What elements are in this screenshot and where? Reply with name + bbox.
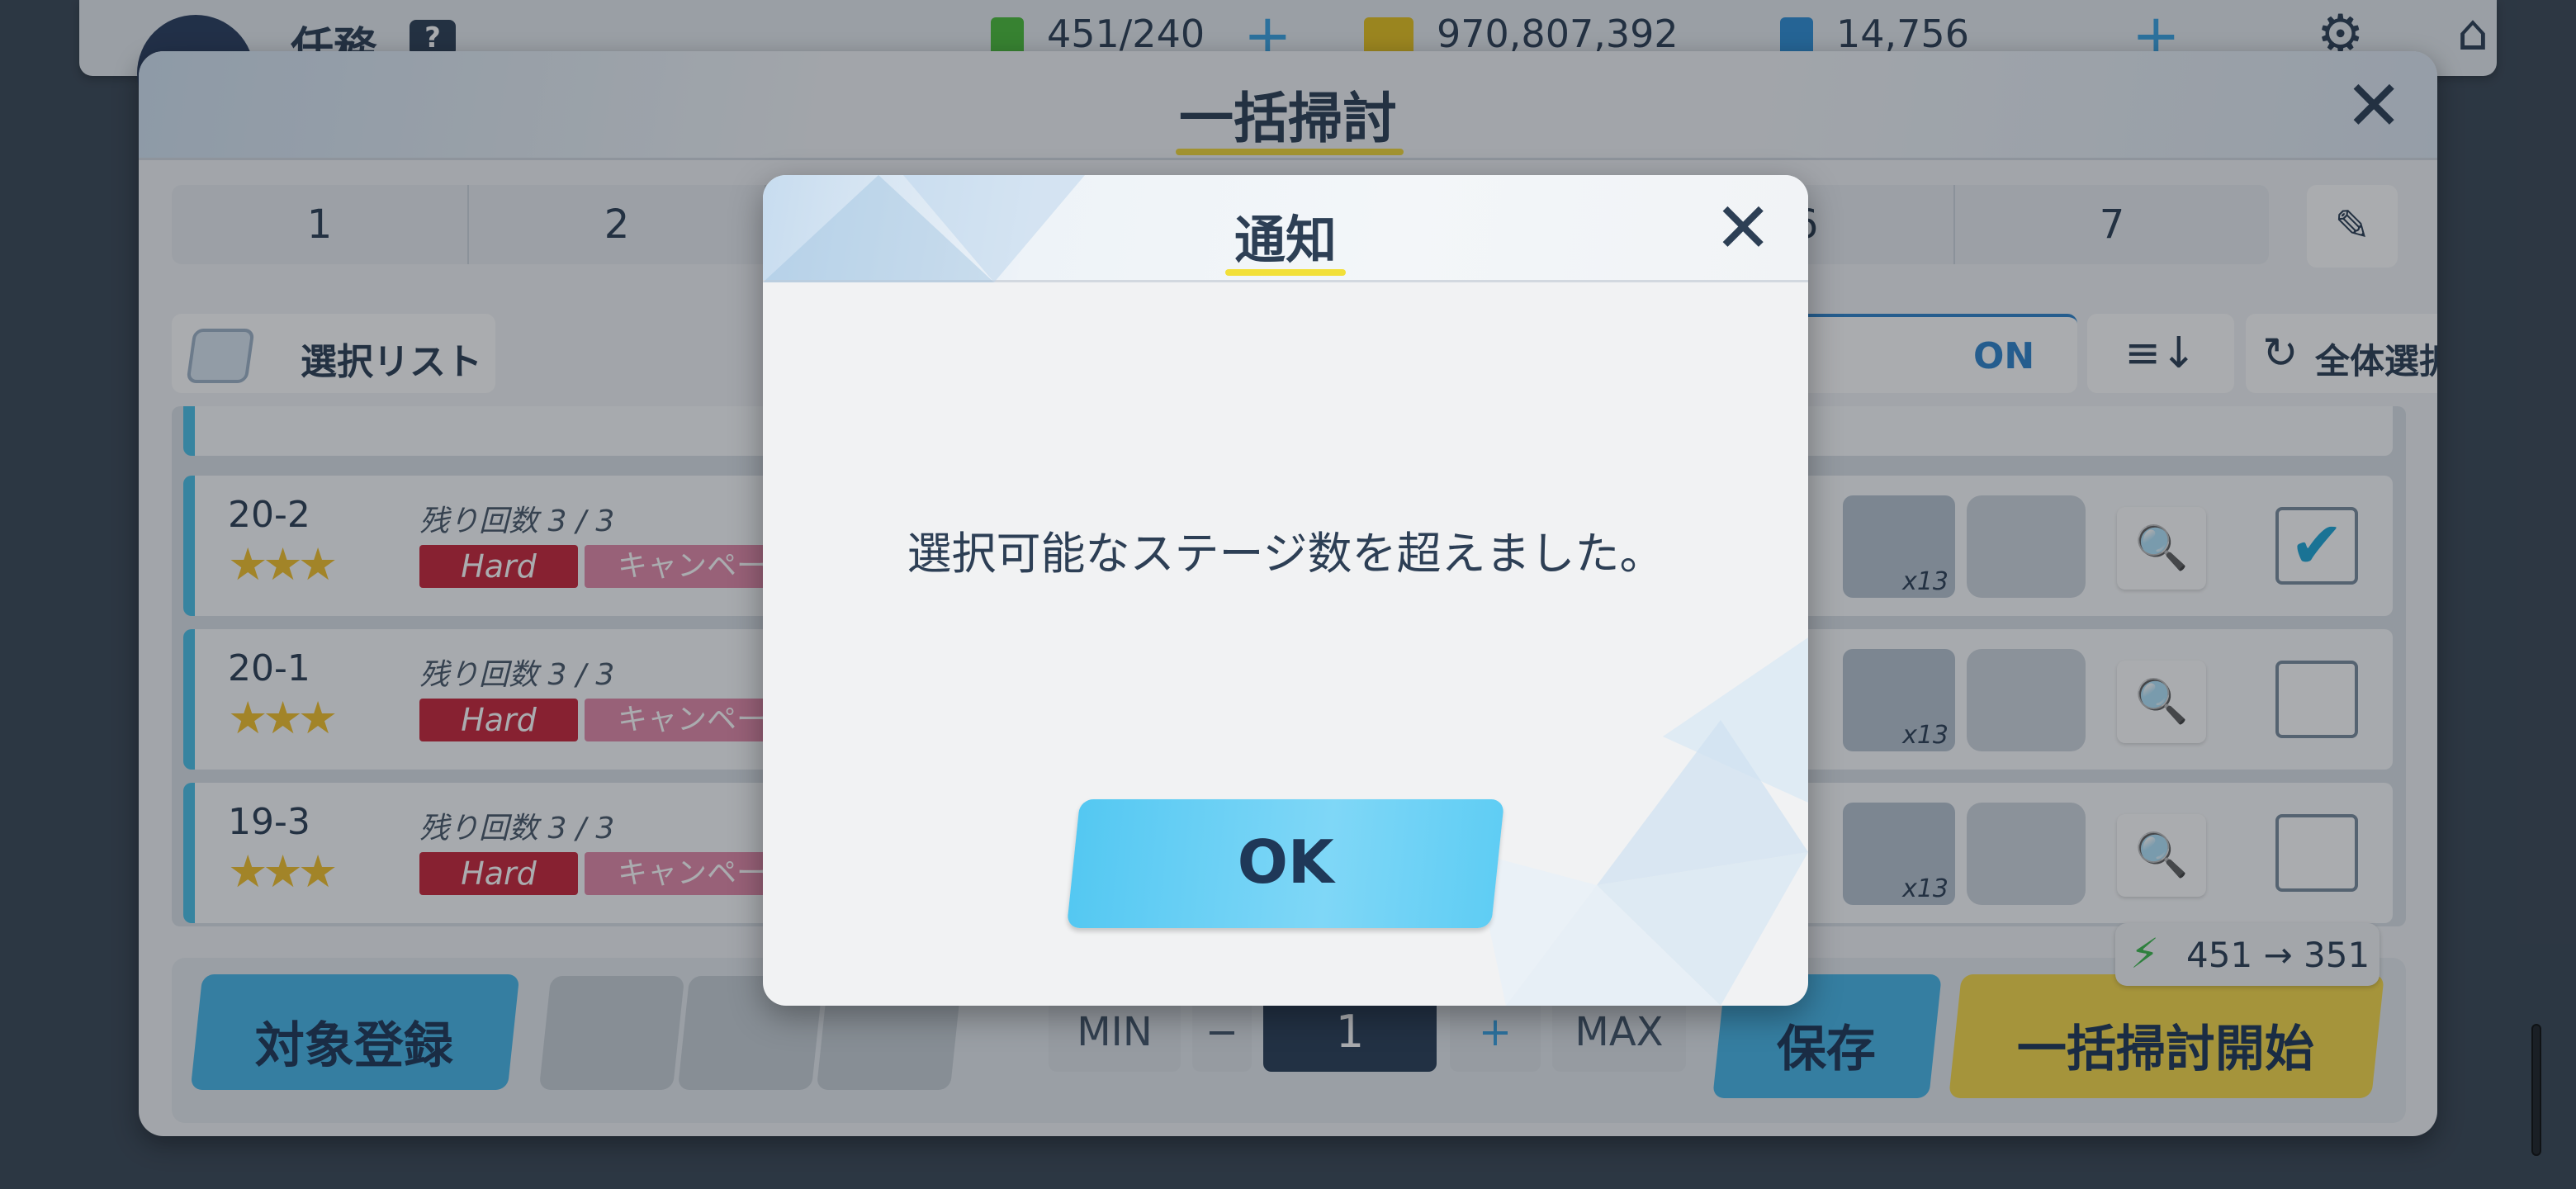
ok-button[interactable]: OK <box>1066 799 1505 928</box>
scrollbar[interactable] <box>2531 1024 2541 1156</box>
dialog-title: 通知 <box>1234 210 1337 270</box>
dialog-close-icon[interactable]: ✕ <box>1714 193 1772 263</box>
dialog-message: 選択可能なステージ数を超えました。 <box>907 528 1664 580</box>
notice-dialog: 通知 ✕ 選択可能なステージ数を超えました。 OK <box>763 175 1808 1006</box>
decor-triangles <box>1473 637 1808 1006</box>
dialog-title-underline <box>1225 269 1346 276</box>
ok-label: OK <box>1237 827 1334 897</box>
